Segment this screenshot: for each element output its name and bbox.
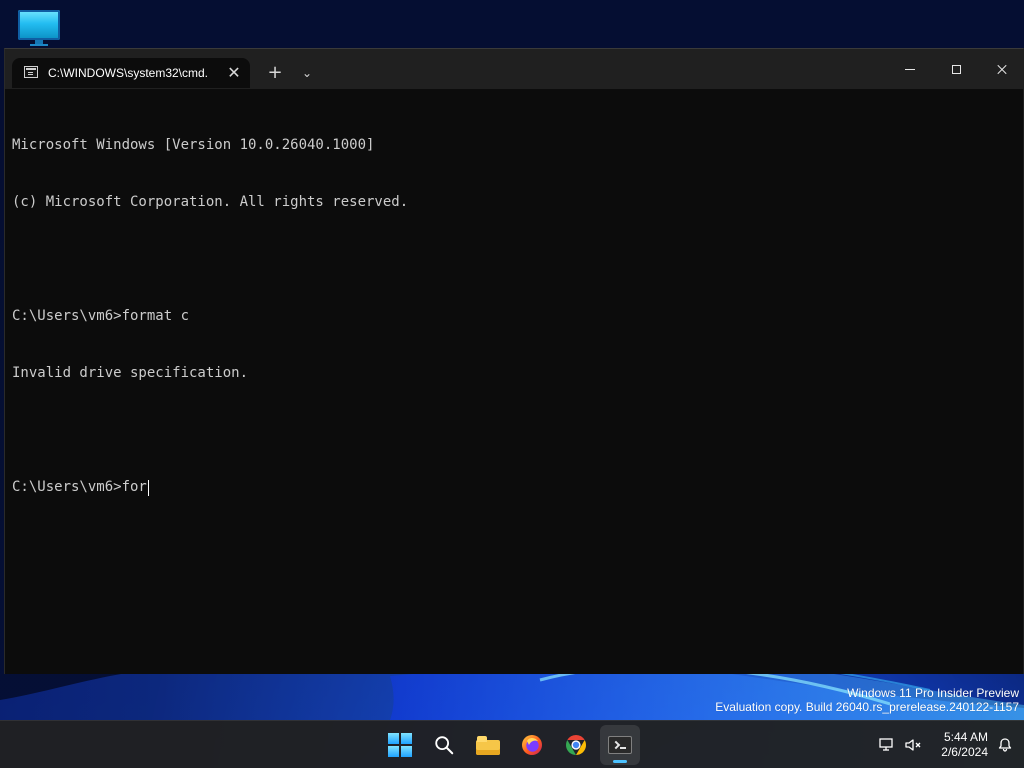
bell-icon bbox=[998, 738, 1012, 752]
taskbar: 5:44 AM 2/6/2024 bbox=[0, 720, 1024, 768]
search-icon bbox=[435, 736, 454, 755]
watermark-line-2: Evaluation copy. Build 26040.rs_prerelea… bbox=[715, 700, 1019, 714]
console-output[interactable]: Microsoft Windows [Version 10.0.26040.10… bbox=[12, 98, 1012, 658]
file-explorer-icon bbox=[474, 734, 502, 756]
system-tray: 5:44 AM 2/6/2024 bbox=[878, 721, 1014, 768]
start-icon bbox=[388, 733, 412, 757]
minimize-button[interactable] bbox=[887, 49, 933, 89]
taskbar-apps bbox=[380, 725, 640, 765]
desktop-computer-screen bbox=[18, 10, 60, 40]
maximize-button[interactable] bbox=[933, 49, 979, 89]
start-icon-tile bbox=[401, 733, 412, 744]
console-line: Invalid drive specification. bbox=[12, 365, 249, 381]
start-icon-tile bbox=[388, 746, 399, 757]
terminal-tab[interactable]: C:\WINDOWS\system32\cmd. ✕ bbox=[12, 58, 250, 88]
console-line: C:\Users\vm6>format c bbox=[12, 308, 190, 324]
watermark-line-1: Windows 11 Pro Insider Preview bbox=[847, 686, 1019, 700]
chrome-icon bbox=[566, 735, 586, 755]
file-explorer-button[interactable] bbox=[468, 725, 508, 765]
speaker-muted-icon bbox=[905, 739, 921, 751]
close-tab-icon[interactable]: ✕ bbox=[226, 65, 242, 81]
volume-muted-icon[interactable] bbox=[904, 736, 922, 754]
tab-dropdown-button[interactable]: ⌄ bbox=[297, 65, 317, 81]
desktop-computer-icon[interactable] bbox=[18, 10, 60, 46]
windows-watermark: Windows 11 Pro Insider Preview Evaluatio… bbox=[699, 686, 1019, 714]
search-button[interactable] bbox=[424, 725, 464, 765]
firefox-button[interactable] bbox=[512, 725, 552, 765]
desktop-computer-base bbox=[30, 44, 48, 46]
new-tab-button[interactable]: + bbox=[265, 64, 285, 82]
network-icon[interactable] bbox=[878, 736, 896, 754]
command-input[interactable]: for bbox=[122, 478, 147, 497]
close-window-button[interactable] bbox=[979, 49, 1024, 89]
clock-date: 2/6/2024 bbox=[941, 745, 988, 759]
cmd-icon bbox=[24, 66, 38, 78]
console-line: Microsoft Windows [Version 10.0.26040.10… bbox=[12, 137, 375, 153]
terminal-titlebar: C:\WINDOWS\system32\cmd. ✕ + ⌄ bbox=[5, 49, 1024, 89]
start-button[interactable] bbox=[380, 725, 420, 765]
start-icon-tile bbox=[401, 746, 412, 757]
terminal-icon bbox=[608, 736, 632, 754]
console-line: (c) Microsoft Corporation. All rights re… bbox=[12, 194, 409, 210]
clock-time: 5:44 AM bbox=[943, 730, 988, 744]
text-cursor bbox=[147, 479, 149, 496]
terminal-taskbar-button[interactable] bbox=[600, 725, 640, 765]
taskbar-clock[interactable]: 5:44 AM 2/6/2024 bbox=[930, 730, 988, 760]
terminal-window: C:\WINDOWS\system32\cmd. ✕ + ⌄ Microsoft… bbox=[4, 48, 1024, 674]
chrome-button[interactable] bbox=[556, 725, 596, 765]
window-controls bbox=[887, 49, 1024, 89]
monitor-network-icon bbox=[879, 738, 893, 751]
tab-title: C:\WINDOWS\system32\cmd. bbox=[48, 66, 209, 80]
command-input-line[interactable]: C:\Users\vm6> for bbox=[12, 478, 1012, 497]
command-prompt: C:\Users\vm6> bbox=[12, 479, 122, 495]
firefox-icon bbox=[522, 735, 542, 755]
start-icon-tile bbox=[388, 733, 399, 744]
notifications-button[interactable] bbox=[996, 736, 1014, 754]
